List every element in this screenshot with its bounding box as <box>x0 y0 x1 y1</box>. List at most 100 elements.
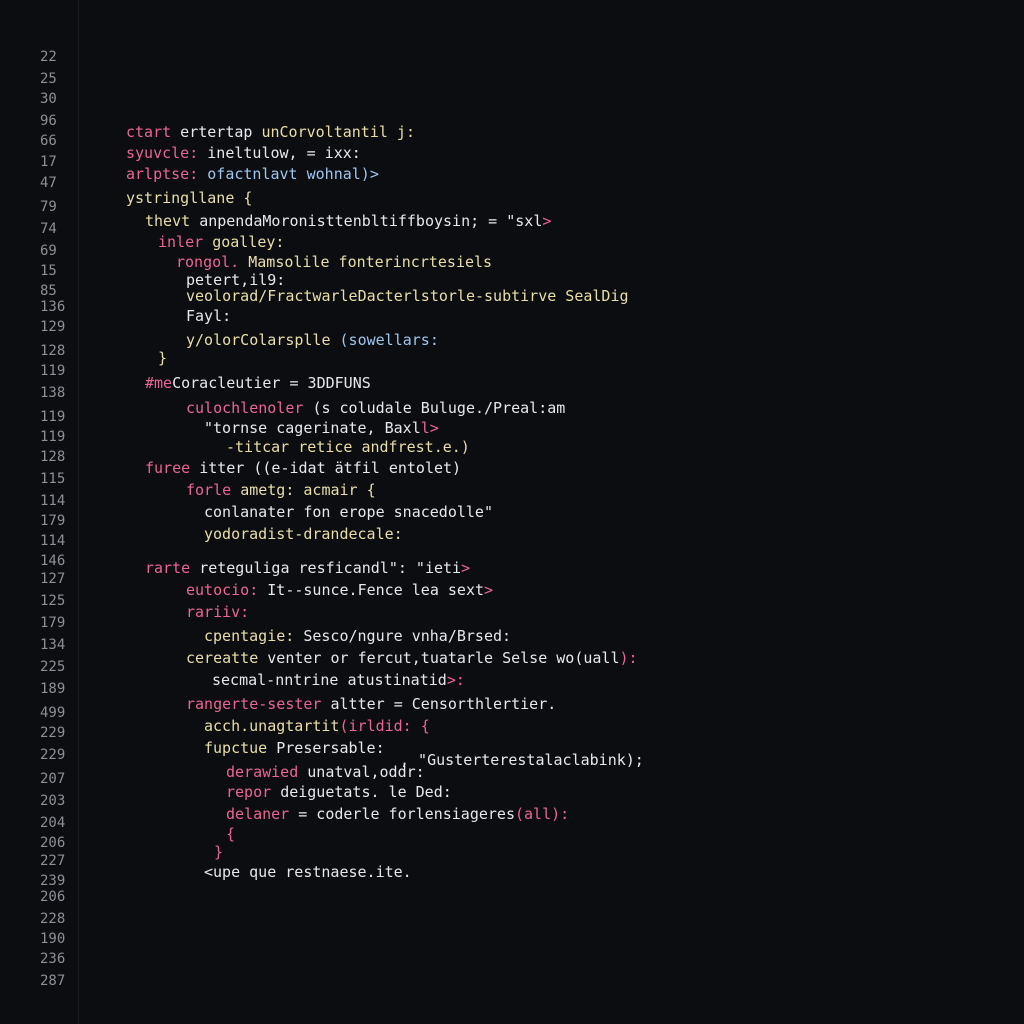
line-number: 79 <box>40 199 57 215</box>
code-token: reteguliga resficandl": "ieti <box>199 559 462 577</box>
code-line: forle ametg: acmair { <box>186 480 376 500</box>
code-token: ametg: acmair { <box>240 481 376 499</box>
line-number: 228 <box>40 911 66 927</box>
code-token: Fayl: <box>186 307 232 325</box>
code-line: ctart ertertap unCorvoltantil j: <box>126 122 415 142</box>
code-token: delaner <box>226 805 299 823</box>
code-line: -titcar retice andfrest.e.) <box>226 437 470 457</box>
code-token: (sowellars: <box>339 331 439 349</box>
code-line: } <box>158 348 167 368</box>
code-token: repor <box>226 783 281 801</box>
line-number: 236 <box>40 951 66 967</box>
code-line: { <box>226 824 235 844</box>
code-line: "tornse cagerinate, Baxll> <box>204 418 439 438</box>
code-line: cpentagie: Sesco/ngure vnha/Brsed: <box>204 626 511 646</box>
code-token: ofactnlavt wohnal)> <box>198 165 379 183</box>
line-number: 22 <box>40 49 57 65</box>
code-token: altter = Censorthlertier. <box>330 695 557 713</box>
line-number: 25 <box>40 71 57 87</box>
code-token: y/olorColarsplle <box>186 331 340 349</box>
code-token: >: <box>446 671 465 689</box>
line-number: 119 <box>40 429 66 445</box>
code-token: inler <box>158 233 213 251</box>
code-line: <upe que restnaese.ite. <box>204 862 412 882</box>
code-token: > <box>484 581 494 599</box>
code-token: culochlenoler <box>186 399 313 417</box>
line-number: 146 <box>40 553 66 569</box>
code-line: cereatte venter or fercut,tuatarle Selse… <box>186 648 638 668</box>
code-token: , "Gusterterestalaclabink); <box>400 751 644 769</box>
code-token: ertertap <box>171 123 262 141</box>
code-token: rongol. <box>176 253 240 271</box>
code-token: Coracleutier = 3DDFUNS <box>172 374 371 392</box>
code-token: syuvcle: <box>126 144 199 162</box>
line-number: 189 <box>40 681 66 697</box>
code-line: rarte reteguliga resficandl": "ieti> <box>145 558 470 578</box>
line-number: 227 <box>40 853 66 869</box>
code-line: culochlenoler (s coludale Buluge./Preal:… <box>186 398 565 418</box>
code-token: rangerte-sester <box>186 695 331 713</box>
code-token: forle <box>186 481 241 499</box>
code-token: deiguetats. le Ded: <box>280 783 452 801</box>
code-line: acch.unagtartit(irldid: { <box>204 716 430 736</box>
code-line: repor deiguetats. le Ded: <box>226 782 452 802</box>
line-number: 96 <box>40 113 57 129</box>
code-token: arlptse: <box>126 165 199 183</box>
code-token: fupctue <box>204 739 277 757</box>
code-token: rariiv: <box>186 603 250 621</box>
line-number: 134 <box>40 637 66 653</box>
line-number: 125 <box>40 593 66 609</box>
code-token: venter or fercut,tuatarle Selse wo(uall <box>267 649 620 667</box>
code-line: y/olorColarsplle (sowellars: <box>186 330 439 350</box>
code-token: } <box>158 349 168 367</box>
code-line: Fayl: <box>186 306 231 326</box>
line-number: 179 <box>40 513 66 529</box>
code-line: fupctue Presersable: <box>204 738 385 758</box>
code-token: eutocio: <box>186 581 259 599</box>
code-token: (all): <box>515 805 570 823</box>
code-line: veolorad/FractwarleDacterlstorle-subtirv… <box>186 286 629 306</box>
code-token: (irldid: { <box>339 717 430 735</box>
line-number: 190 <box>40 931 66 947</box>
line-number: 17 <box>40 154 57 170</box>
line-number: 114 <box>40 493 66 509</box>
code-area[interactable]: ctart ertertap unCorvoltantil j: syuvcle:… <box>79 0 1024 1024</box>
code-line: derawied unatval,oddr: <box>226 762 425 782</box>
line-number: 499 <box>40 705 66 721</box>
code-token: ctart <box>126 123 172 141</box>
line-number: 206 <box>40 835 66 851</box>
line-number: 229 <box>40 725 66 741</box>
line-number: 119 <box>40 363 66 379</box>
code-line: yodoradist-drandecale: <box>204 524 403 544</box>
code-line: rongol. Mamsolile fonterincrtesiels <box>176 252 492 272</box>
code-token: <upe que restnaese.ite. <box>204 863 412 881</box>
code-token: yodoradist-drandecale: <box>204 525 403 543</box>
code-token: acch.unagtartit <box>204 717 340 735</box>
line-number: 138 <box>40 385 66 401</box>
code-token: } <box>214 843 224 861</box>
line-number: 69 <box>40 243 57 259</box>
code-token: "tornse cagerinate, Baxl <box>204 419 421 437</box>
code-token: It--sunce.Fence lea sext <box>258 581 485 599</box>
code-token: cereatte <box>186 649 268 667</box>
code-token: secmal-nntrine atustinatid <box>212 671 447 689</box>
code-line: rariiv: <box>186 602 249 622</box>
line-number: 287 <box>40 973 66 989</box>
code-token: Presersable: <box>276 739 385 757</box>
code-editor[interactable]: 22 25 30 96 66 17 47 79 74 69 15 85 136 129 128 119 138 1… <box>0 0 1024 1024</box>
line-number: 115 <box>40 471 66 487</box>
code-token: unCorvoltantil j: <box>261 123 415 141</box>
code-token: itter ((e-idat ätfil entolet) <box>199 459 462 477</box>
code-line: thevt anpendaMoronisttenbltiffboysin; = … <box>145 211 551 231</box>
code-token: > <box>461 559 471 577</box>
code-token: (s coludale Buluge./Preal:am <box>312 399 566 417</box>
code-line: ystringllane { <box>126 188 252 208</box>
line-number: 206 <box>40 889 66 905</box>
code-token: derawied <box>226 763 308 781</box>
code-token: furee <box>145 459 200 477</box>
code-token: { <box>226 825 236 843</box>
code-token: anpendaMoronisttenbltiffboysin; = "sxl <box>199 212 543 230</box>
code-token: goalley: <box>212 233 285 251</box>
line-number: 30 <box>40 91 57 107</box>
code-line: inler goalley: <box>158 232 284 252</box>
